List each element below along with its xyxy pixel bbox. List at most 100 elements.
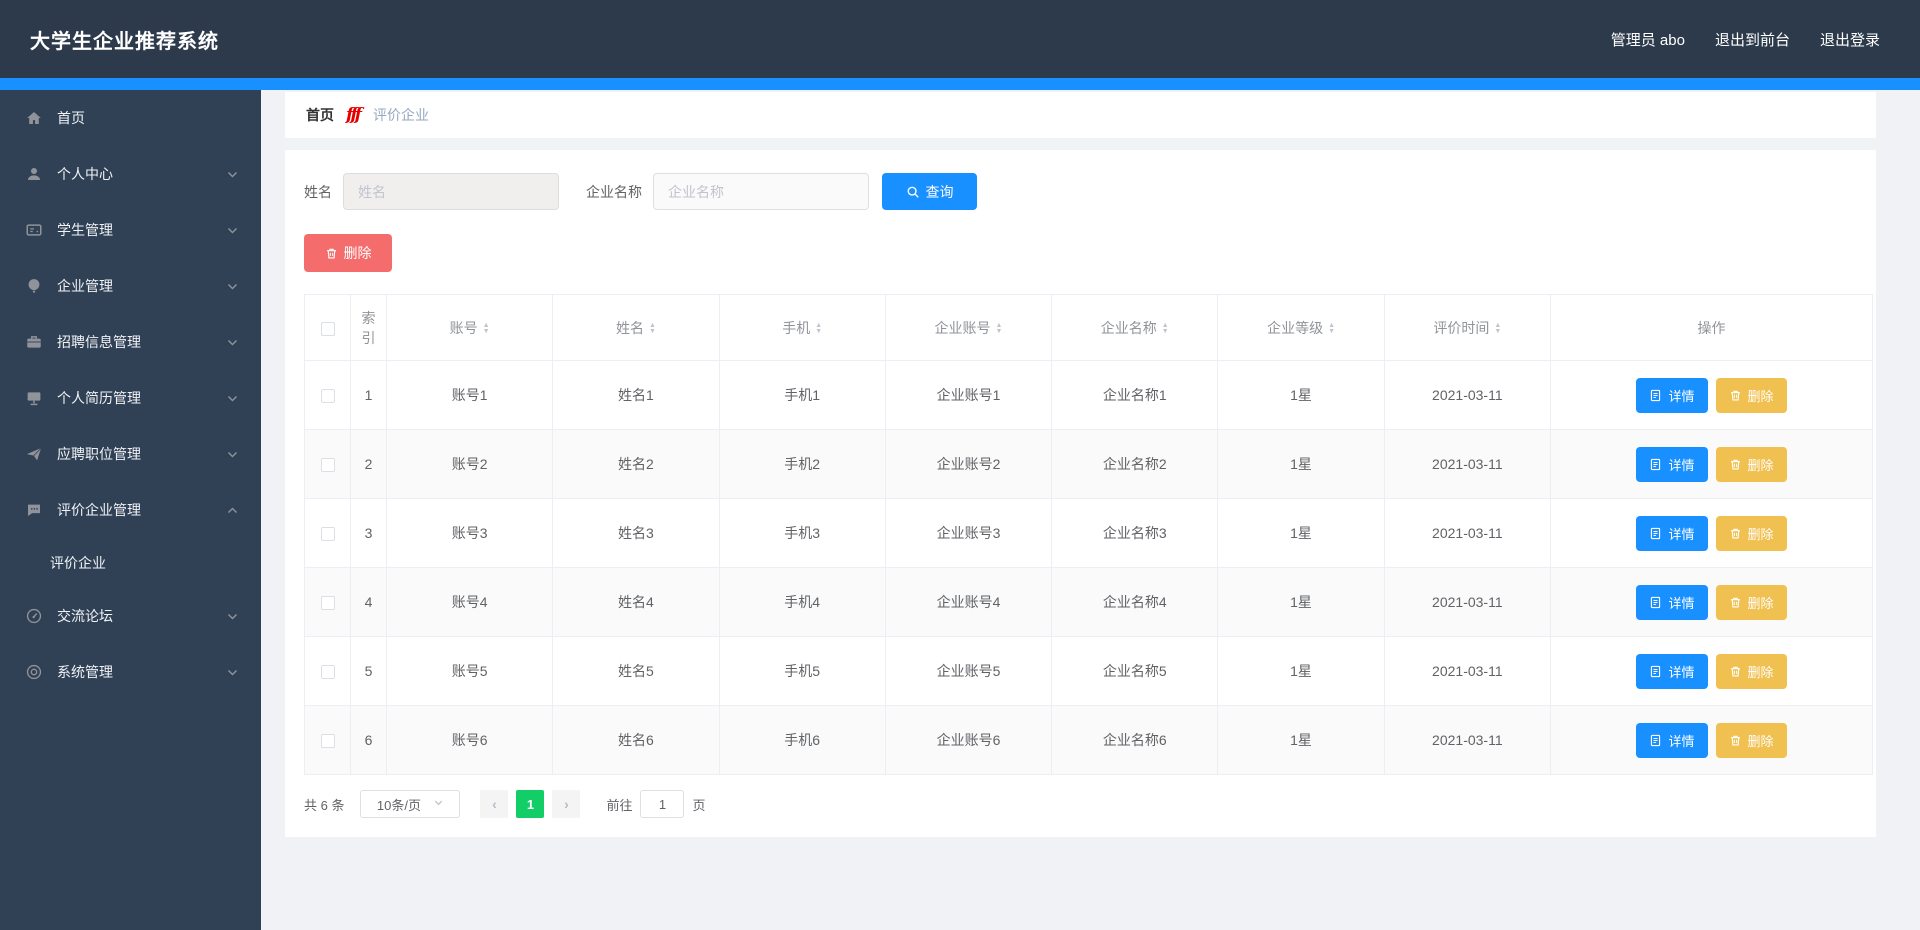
table-cell: 1星 bbox=[1217, 636, 1385, 706]
app-header: 大学生企业推荐系统 管理员 abo 退出到前台 退出登录 bbox=[0, 0, 1920, 78]
table-row: 3 账号3 姓名3 手机3 企业账号3 企业名称3 1星 2021-03-11 详情 删除 bbox=[304, 498, 1873, 568]
row-checkbox[interactable] bbox=[320, 734, 335, 749]
column-header[interactable]: 姓名 ▲ ▼ bbox=[552, 294, 720, 361]
select-all-header-cell bbox=[304, 294, 351, 361]
header-right: 管理员 abo 退出到前台 退出登录 bbox=[1611, 29, 1880, 50]
logout-link[interactable]: 退出登录 bbox=[1820, 29, 1880, 50]
user-icon bbox=[25, 165, 43, 183]
table-cell: 手机3 bbox=[718, 498, 886, 568]
detail-button[interactable]: 详情 bbox=[1636, 515, 1708, 551]
row-delete-button[interactable]: 删除 bbox=[1715, 446, 1787, 482]
sidebar-item-5[interactable]: 招聘信息管理 bbox=[0, 314, 261, 370]
query-button-label: 查询 bbox=[925, 183, 954, 200]
column-header[interactable]: 企业账号 ▲ ▼ bbox=[884, 294, 1053, 361]
sidebar-item-1[interactable]: 首页 bbox=[0, 90, 261, 146]
row-delete-button[interactable]: 删除 bbox=[1715, 584, 1787, 620]
table-row: 4 账号4 姓名4 手机4 企业账号4 企业名称4 1星 2021-03-11 详情 删除 bbox=[304, 567, 1873, 637]
sort-caret-icon[interactable]: ▲ ▼ bbox=[1328, 322, 1335, 335]
doc-icon bbox=[1649, 458, 1662, 471]
sidebar-item-4[interactable]: 企业管理 bbox=[0, 258, 261, 314]
detail-button[interactable]: 详情 bbox=[1636, 377, 1708, 413]
gauge-icon bbox=[25, 607, 43, 625]
table-cell: 企业名称2 bbox=[1051, 429, 1219, 499]
doc-icon bbox=[1649, 734, 1662, 747]
column-header[interactable]: 企业等级 ▲ ▼ bbox=[1217, 294, 1385, 361]
detail-button[interactable]: 详情 bbox=[1636, 584, 1708, 620]
table-row: 1 账号1 姓名1 手机1 企业账号1 企业名称1 1星 2021-03-11 详情 删除 bbox=[304, 360, 1873, 430]
chat-icon bbox=[25, 501, 43, 519]
company-name-input[interactable] bbox=[653, 173, 869, 210]
page-number-active[interactable]: 1 bbox=[516, 790, 545, 818]
name-input[interactable] bbox=[343, 173, 559, 210]
column-header-label: 操作 bbox=[1697, 319, 1726, 336]
row-delete-button[interactable]: 删除 bbox=[1715, 515, 1787, 551]
table-cell: 姓名5 bbox=[552, 636, 720, 706]
row-delete-button[interactable]: 删除 bbox=[1715, 722, 1787, 758]
bulk-delete-button[interactable]: 删除 bbox=[304, 234, 392, 272]
row-delete-button[interactable]: 删除 bbox=[1715, 653, 1787, 689]
table-cell: 2021-03-11 bbox=[1383, 498, 1552, 568]
sidebar-item-9[interactable]: 交流论坛 bbox=[0, 588, 261, 644]
row-actions-cell: 详情 删除 bbox=[1550, 429, 1873, 499]
exit-to-front-link[interactable]: 退出到前台 bbox=[1715, 29, 1790, 50]
sort-caret-icon[interactable]: ▲ ▼ bbox=[649, 322, 656, 335]
row-checkbox[interactable] bbox=[320, 665, 335, 680]
sidebar-subitem[interactable]: 评价企业 bbox=[0, 538, 261, 588]
admin-user-label[interactable]: 管理员 abo bbox=[1611, 29, 1685, 50]
select-all-checkbox[interactable] bbox=[320, 321, 335, 336]
row-delete-button[interactable]: 删除 bbox=[1715, 377, 1787, 413]
row-checkbox-cell bbox=[304, 636, 351, 706]
chevron-down-icon bbox=[226, 280, 239, 293]
row-checkbox[interactable] bbox=[320, 527, 335, 542]
column-header[interactable]: 手机 ▲ ▼ bbox=[718, 294, 886, 361]
sidebar-item-8[interactable]: 评价企业管理 bbox=[0, 482, 261, 538]
sort-caret-icon[interactable]: ▲ ▼ bbox=[996, 322, 1003, 335]
column-header-label: 企业账号 bbox=[934, 319, 991, 336]
query-button[interactable]: 查询 bbox=[882, 173, 977, 210]
trash-icon bbox=[325, 247, 338, 260]
prev-page-button[interactable]: ‹ bbox=[480, 790, 509, 818]
detail-button[interactable]: 详情 bbox=[1636, 653, 1708, 689]
row-checkbox[interactable] bbox=[320, 596, 335, 611]
breadcrumb-home[interactable]: 首页 bbox=[306, 105, 334, 125]
row-checkbox[interactable] bbox=[320, 389, 335, 404]
table-cell: 账号2 bbox=[385, 429, 554, 499]
sidebar-item-7[interactable]: 应聘职位管理 bbox=[0, 426, 261, 482]
table-cell: 企业名称5 bbox=[1051, 636, 1219, 706]
column-header: 索引 bbox=[350, 294, 387, 361]
sort-caret-icon[interactable]: ▲ ▼ bbox=[815, 322, 822, 335]
detail-button[interactable]: 详情 bbox=[1636, 722, 1708, 758]
sidebar-item-10[interactable]: 系统管理 bbox=[0, 644, 261, 700]
column-header-label: 姓名 bbox=[615, 319, 644, 336]
chevron-down-icon bbox=[226, 224, 239, 237]
table-cell: 1星 bbox=[1217, 429, 1385, 499]
trash-icon bbox=[1729, 389, 1742, 402]
column-header[interactable]: 账号 ▲ ▼ bbox=[385, 294, 554, 361]
page-size-select[interactable]: 10条/页 bbox=[360, 790, 461, 818]
goto-page-input[interactable] bbox=[640, 790, 685, 818]
sidebar-item-6[interactable]: 个人简历管理 bbox=[0, 370, 261, 426]
next-page-button[interactable]: › bbox=[552, 790, 581, 818]
name-label: 姓名 bbox=[304, 183, 332, 200]
table-row: 6 账号6 姓名6 手机6 企业账号6 企业名称6 1星 2021-03-11 详情 删除 bbox=[304, 705, 1873, 775]
accent-bar bbox=[0, 78, 1920, 90]
row-checkbox[interactable] bbox=[320, 458, 335, 473]
doc-icon bbox=[1649, 596, 1662, 609]
column-header[interactable]: 评价时间 ▲ ▼ bbox=[1383, 294, 1552, 361]
sort-caret-icon[interactable]: ▲ ▼ bbox=[1494, 322, 1501, 335]
goto-label: 前往 bbox=[606, 797, 633, 813]
main-content: 首页 fff 评价企业 姓名 企业名称 查询 删除 bbox=[261, 90, 1920, 930]
detail-button[interactable]: 详情 bbox=[1636, 446, 1708, 482]
sidebar-item-label: 企业管理 bbox=[57, 278, 113, 294]
sidebar-item-2[interactable]: 个人中心 bbox=[0, 146, 261, 202]
sidebar-item-label: 应聘职位管理 bbox=[57, 446, 141, 462]
column-header-label: 手机 bbox=[782, 319, 811, 336]
column-header[interactable]: 企业名称 ▲ ▼ bbox=[1051, 294, 1219, 361]
breadcrumb-current: 评价企业 bbox=[372, 107, 429, 123]
sort-caret-icon[interactable]: ▲ ▼ bbox=[483, 322, 490, 335]
trash-icon bbox=[1729, 734, 1742, 747]
chevron-down-icon bbox=[433, 797, 444, 811]
table-row: 5 账号5 姓名5 手机5 企业账号5 企业名称5 1星 2021-03-11 详情 删除 bbox=[304, 636, 1873, 706]
sort-caret-icon[interactable]: ▲ ▼ bbox=[1162, 322, 1169, 335]
sidebar-item-3[interactable]: 学生管理 bbox=[0, 202, 261, 258]
